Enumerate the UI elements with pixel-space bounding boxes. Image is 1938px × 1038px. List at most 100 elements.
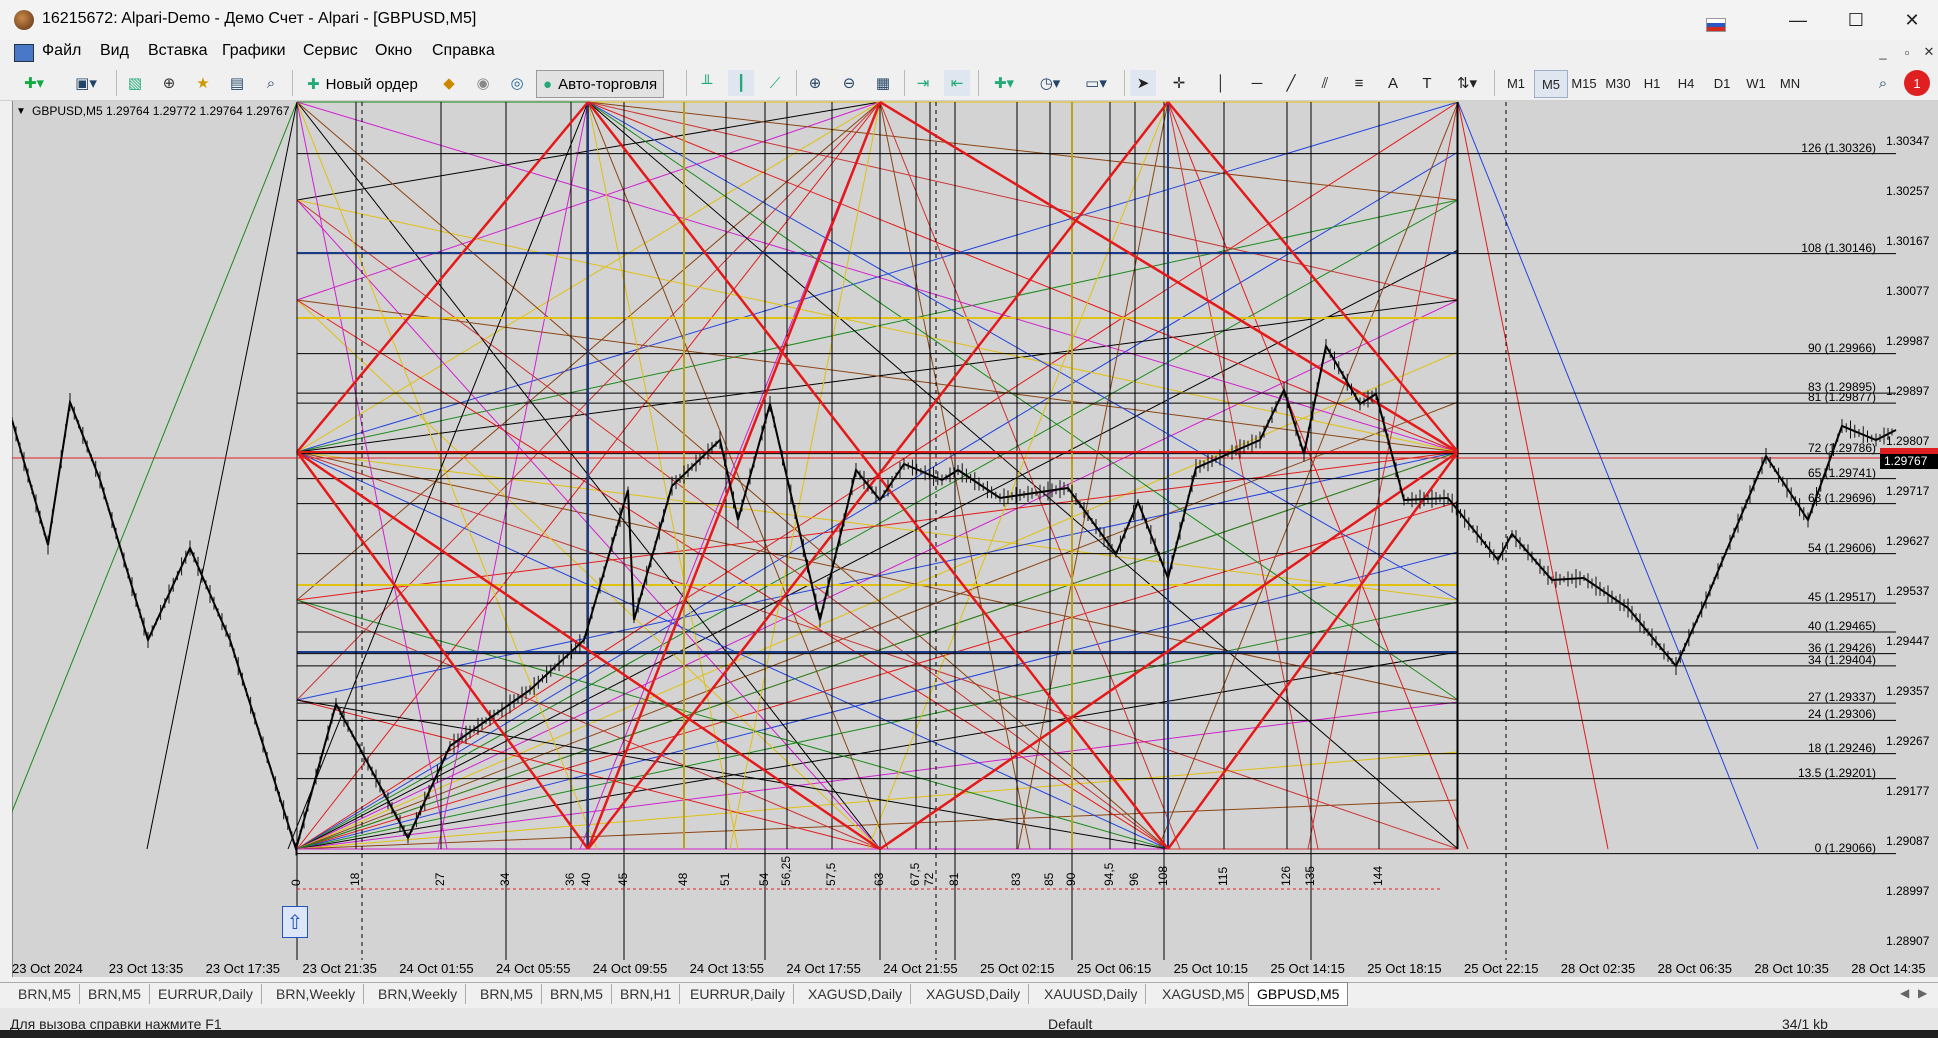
price-axis-label: 1.29717 [1886, 484, 1930, 498]
chart-tab[interactable]: BRN,M5 [542, 984, 612, 1004]
mdi-minimize-button[interactable]: _ [1872, 42, 1894, 62]
gann-time-number: 115 [1216, 866, 1230, 886]
templates-button[interactable]: ▭▾ [1076, 70, 1116, 96]
menu-tools[interactable]: Сервис [303, 42, 358, 60]
candlestick-button[interactable]: ┃ [728, 70, 754, 96]
level-label: 45 (1.29517) [1807, 590, 1876, 605]
fibonacci-button[interactable]: ≡ [1346, 70, 1372, 96]
timeframe-m30[interactable]: M30 [1602, 70, 1634, 96]
menu-view[interactable]: Вид [100, 42, 129, 60]
chart-tab[interactable]: BRN,M5 [80, 984, 150, 1004]
chart-tab[interactable]: XAGUSD,M5 [1154, 984, 1254, 1004]
vertical-line-button[interactable]: │ [1208, 70, 1234, 96]
gann-fan-line [296, 199, 1459, 850]
trendline-button[interactable]: ╱ [1278, 70, 1304, 96]
bar-chart-button[interactable]: ╨ [694, 70, 720, 96]
horizontal-line-button[interactable]: ─ [1244, 70, 1270, 96]
level-label: 90 (1.29966) [1807, 340, 1876, 355]
text-icon: A [1387, 74, 1398, 92]
chart-tab[interactable]: EURRUR,Daily [150, 984, 262, 1004]
minimize-button[interactable]: — [1772, 0, 1824, 40]
timeframe-m5[interactable]: M5 [1534, 70, 1568, 98]
chart-tab[interactable]: BRN,Weekly [370, 984, 467, 1004]
terminal-button[interactable]: ▤ [224, 70, 250, 96]
chart-tab[interactable]: XAGUSD,Daily [918, 984, 1030, 1004]
market-watch-icon: ▧ [127, 75, 143, 92]
notification-badge[interactable]: 1 [1904, 70, 1930, 96]
menu-charts[interactable]: Графики [222, 42, 286, 60]
tester-button[interactable]: ⌕ [258, 70, 284, 96]
level-label: 34 (1.29404) [1807, 652, 1876, 667]
timeframe-h1[interactable]: H1 [1636, 70, 1668, 96]
time-axis-label: 24 Oct 09:55 [592, 961, 668, 976]
text-label-button[interactable]: T [1414, 70, 1440, 96]
menu-help[interactable]: Справка [432, 42, 495, 60]
timeframe-w1[interactable]: W1 [1740, 70, 1772, 96]
price-axis-label: 1.30347 [1886, 134, 1930, 148]
collapse-arrow-icon[interactable]: ▼ [16, 106, 26, 117]
up-arrow-marker-icon[interactable]: ⇧ [282, 906, 308, 938]
zoom-out-button[interactable]: ⊖ [836, 70, 862, 96]
cursor-button[interactable]: ➤ [1130, 70, 1156, 96]
mdi-close-button[interactable]: ✕ [1918, 42, 1938, 62]
market-button[interactable]: ◎ [504, 70, 530, 96]
chart-tab[interactable]: GBPUSD,M5 [1248, 982, 1349, 1006]
chart-tab[interactable]: EURRUR,Daily [682, 984, 794, 1004]
level-label: 108 (1.30146) [1801, 240, 1876, 255]
chart-window-icon[interactable] [14, 44, 34, 62]
menu-file[interactable]: Файл [42, 42, 81, 60]
market-watch-button[interactable]: ▧ [122, 70, 148, 96]
signals-button[interactable]: ◉ [470, 70, 496, 96]
zoom-in-button[interactable]: ⊕ [802, 70, 828, 96]
timeframe-d1[interactable]: D1 [1706, 70, 1738, 96]
gann-fan-line [296, 551, 1459, 850]
new-order-label: Новый ордер [325, 75, 418, 93]
autotrade-button[interactable]: ● Авто-торговля [536, 70, 665, 98]
timeframe-mn[interactable]: MN [1774, 70, 1806, 96]
autoscroll-button[interactable]: ⇥ [910, 70, 936, 96]
chart-tab[interactable]: BRN,M5 [10, 984, 80, 1004]
menu-insert[interactable]: Вставка [148, 42, 207, 60]
line-chart-button[interactable]: ⟋ [762, 70, 788, 96]
chart-tab[interactable]: BRN,H1 [612, 984, 681, 1004]
tab-scroll-right-icon[interactable]: ▶ [1918, 986, 1927, 1000]
text-label-icon: T [1422, 74, 1432, 92]
level-label: 63 (1.29696) [1807, 490, 1876, 505]
chart-tab[interactable]: XAGUSD,Daily [800, 984, 912, 1004]
chart-tab[interactable]: BRN,Weekly [268, 984, 365, 1004]
gann-time-number: 72 [922, 872, 936, 886]
search-button[interactable]: ⌕ [1870, 70, 1896, 96]
time-axis-label: 25 Oct 02:15 [980, 961, 1055, 976]
text-button[interactable]: A [1380, 70, 1406, 96]
indicators-button[interactable]: ✚▾ [984, 70, 1024, 96]
data-window-button[interactable]: ⊕ [156, 70, 182, 96]
timeframe-m1[interactable]: M1 [1500, 70, 1532, 96]
magnifier-icon: ⌕ [266, 74, 276, 92]
chart-drawing[interactable] [12, 101, 1938, 977]
gann-red-diagonal [1166, 451, 1460, 850]
chart-tab[interactable]: BRN,M5 [472, 984, 542, 1004]
app-icon[interactable] [14, 10, 34, 30]
arrows-button[interactable]: ⇅▾ [1450, 70, 1484, 96]
menu-window[interactable]: Окно [375, 42, 412, 60]
tab-scroll-left-icon[interactable]: ◀ [1900, 986, 1909, 1000]
new-order-button[interactable]: ✚ Новый ордер [300, 70, 425, 98]
timeframe-h4[interactable]: H4 [1670, 70, 1702, 96]
language-flag-icon[interactable] [1706, 18, 1726, 32]
equidistant-channel-button[interactable]: ⫽ [1312, 70, 1338, 96]
periods-button[interactable]: ◷▾ [1030, 70, 1070, 96]
profiles-button[interactable]: ▣▾ [66, 70, 106, 96]
chart-tab[interactable]: XAUUSD,Daily [1036, 984, 1147, 1004]
new-chart-button[interactable]: ✚▾ [14, 70, 54, 96]
gann-steep-line [296, 101, 448, 850]
timeframe-m15[interactable]: M15 [1568, 70, 1600, 96]
tile-windows-button[interactable]: ▦ [870, 70, 896, 96]
navigator-button[interactable]: ★ [190, 70, 216, 96]
time-axis-label: 23 Oct 21:35 [302, 961, 377, 976]
maximize-button[interactable]: ☐ [1830, 0, 1882, 40]
mdi-restore-button[interactable]: ▫ [1896, 42, 1918, 62]
metaeditor-button[interactable]: ◆ [436, 70, 462, 96]
chart-shift-button[interactable]: ⇤ [944, 70, 970, 96]
crosshair-button[interactable]: ✛ [1166, 70, 1192, 96]
close-button[interactable]: ✕ [1886, 0, 1938, 40]
